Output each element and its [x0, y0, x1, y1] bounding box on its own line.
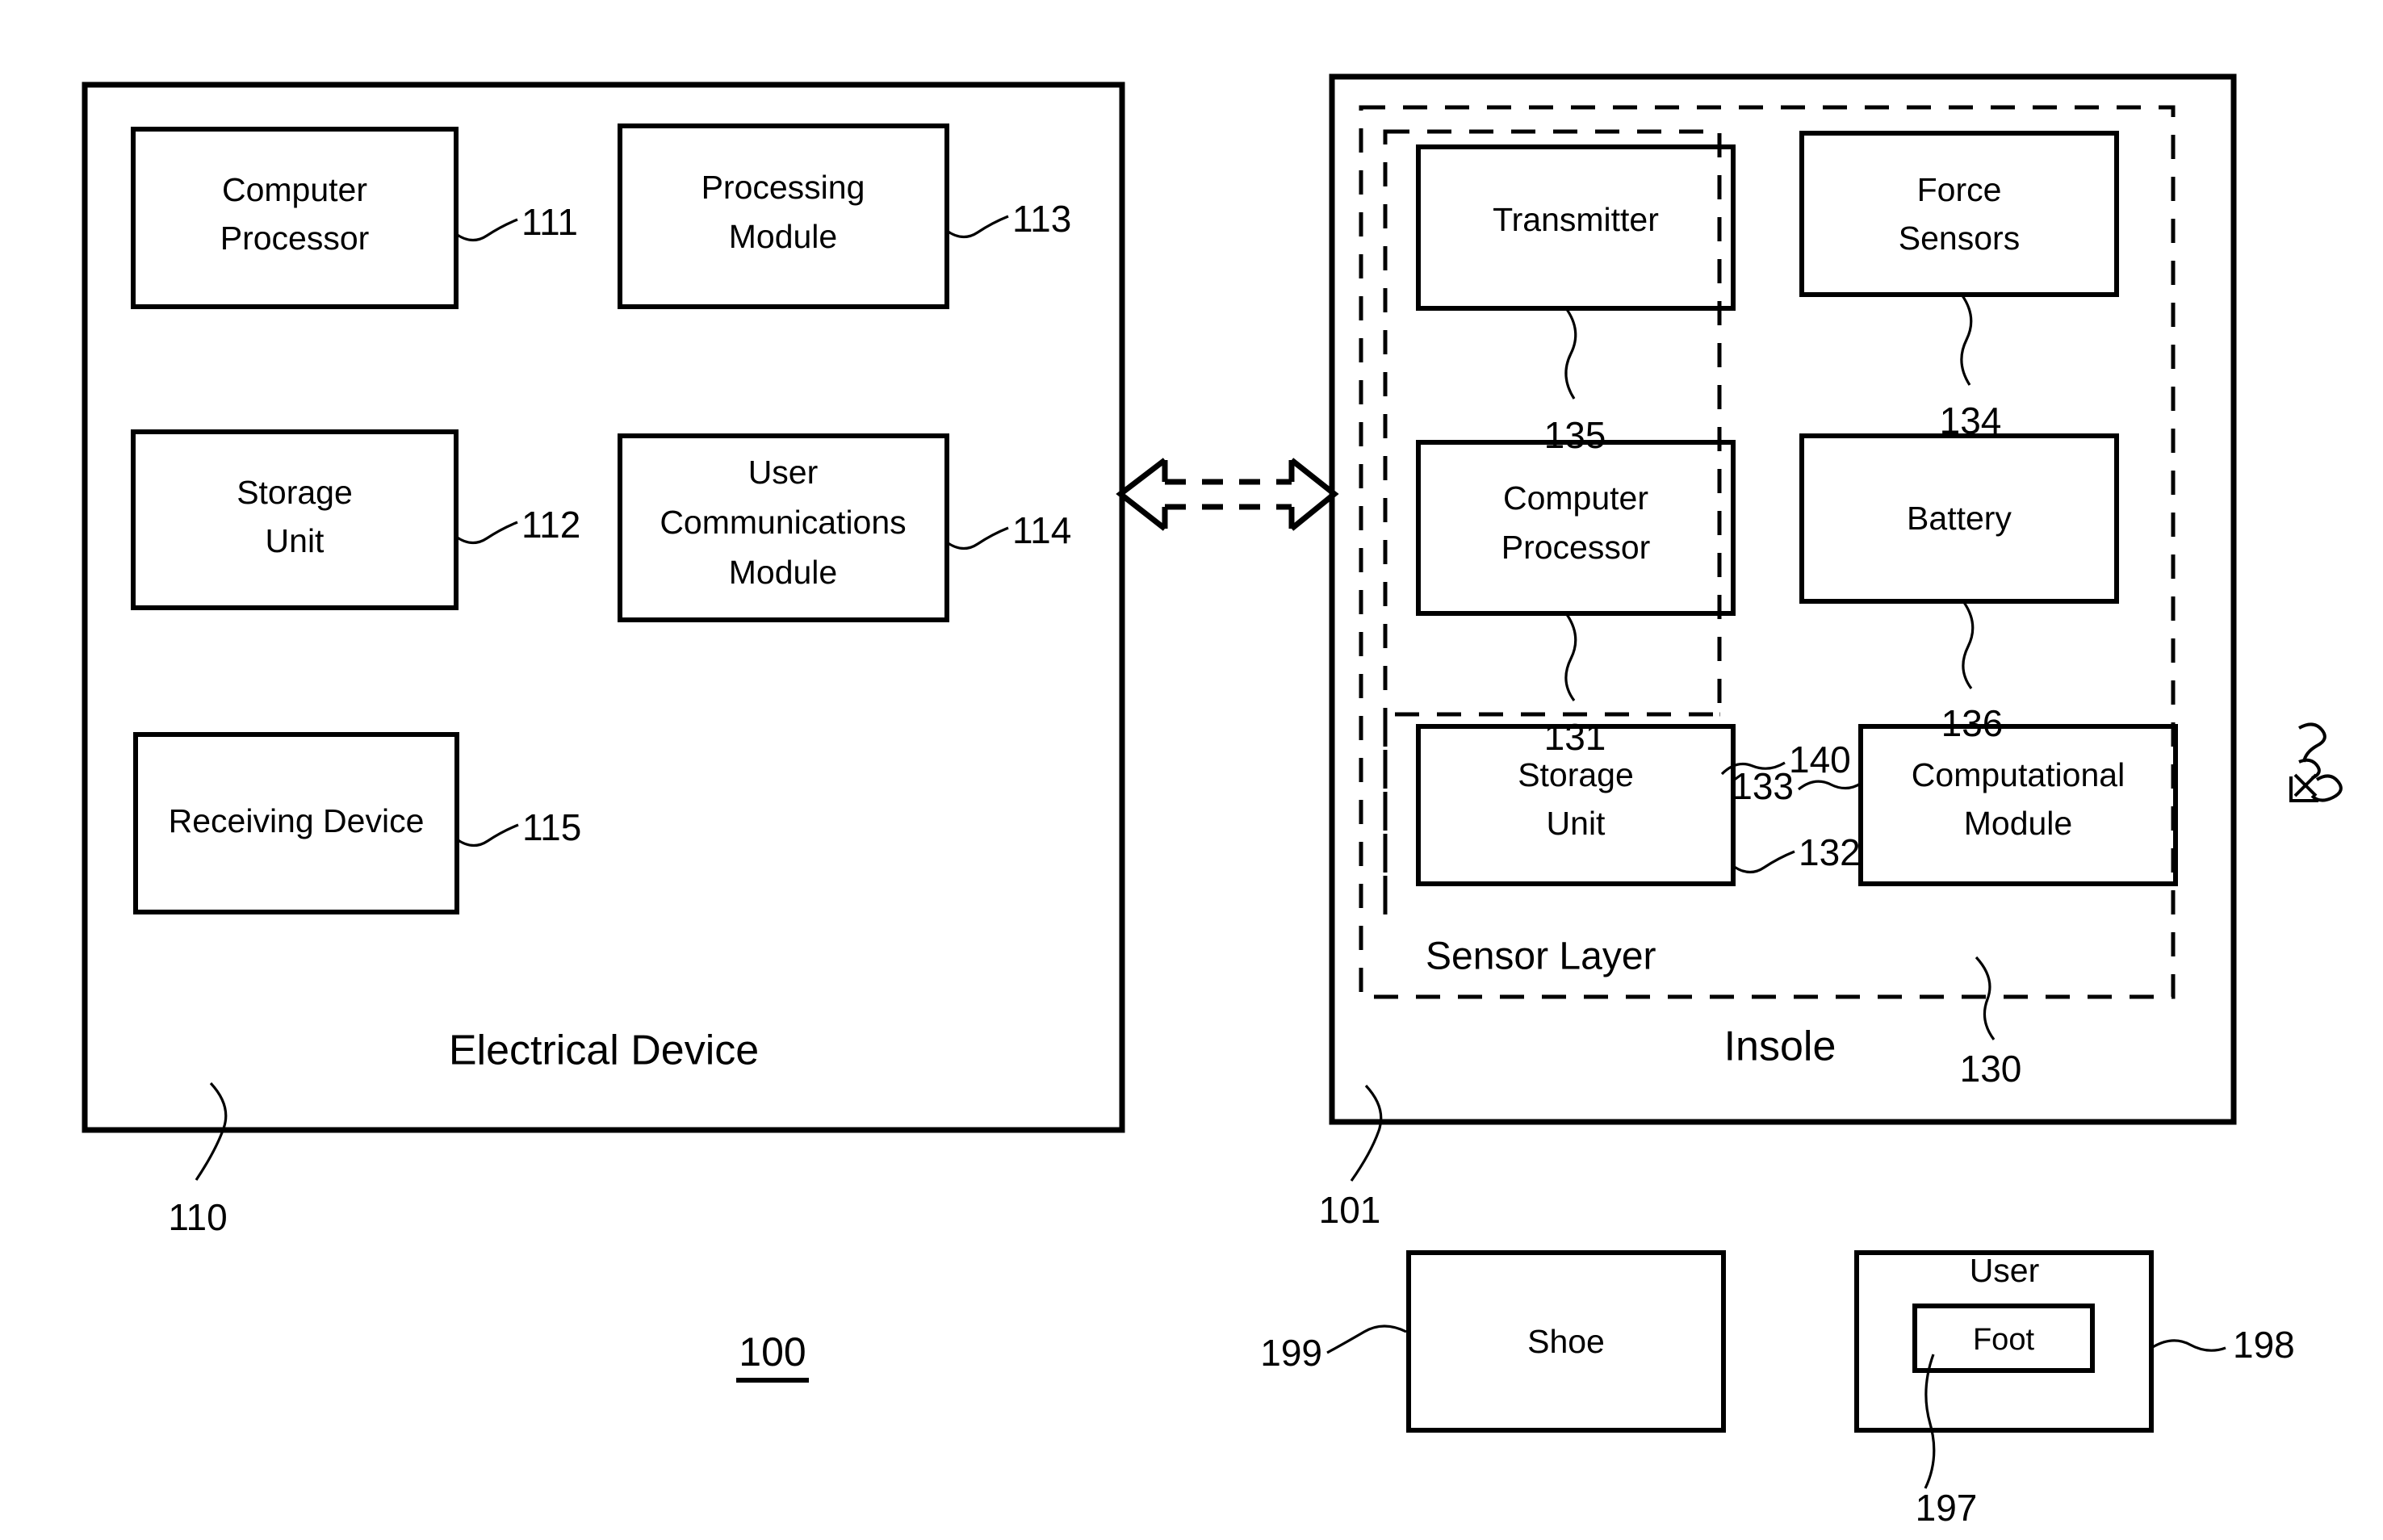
leader-line-134	[1960, 294, 1973, 386]
ref-number-135: 135	[1544, 414, 1606, 456]
leader-line-112	[455, 521, 518, 545]
leader-line-132	[1732, 850, 1795, 874]
patent-figure-canvas: Computer Processor 111 Processing Module…	[0, 0, 2383, 1540]
ref-number-114: 114	[1012, 509, 1071, 551]
ref-number-112: 112	[521, 504, 580, 546]
ref-number-131: 131	[1544, 716, 1606, 758]
ref-number-136: 136	[1941, 702, 2004, 744]
block-label-user: User	[1970, 1252, 2040, 1289]
ref-number-199: 199	[1260, 1332, 1322, 1374]
block-computer-processor-111	[131, 127, 459, 309]
electrical-device-title: Electrical Device	[449, 1027, 759, 1074]
block-label-transmitter: Transmitter	[1493, 201, 1659, 238]
ref-number-101: 101	[1319, 1189, 1381, 1231]
block-label-insole-storage-line2: Unit	[1547, 805, 1606, 842]
inner-group-dashed-box-140	[1383, 129, 1722, 916]
block-label-computer-processor-line1: Computer	[222, 171, 367, 208]
leader-line-111	[455, 218, 518, 242]
block-label-battery: Battery	[1907, 500, 2012, 537]
ref-number-111: 111	[521, 201, 578, 243]
insole-title: Insole	[1724, 1023, 1836, 1070]
block-label-user-comm-line3: Module	[729, 554, 837, 591]
leader-line-101	[1350, 1084, 1383, 1182]
ref-number-113: 113	[1012, 198, 1071, 240]
leader-line-199	[1326, 1324, 1407, 1354]
leader-line-197	[1924, 1354, 1936, 1489]
block-label-user-comm-line2: Communications	[660, 504, 906, 541]
block-label-receiving-device: Receiving Device	[169, 802, 425, 839]
block-label-processing-module-line2: Module	[729, 218, 837, 255]
block-force-sensors-134	[1799, 131, 2119, 297]
ref-number-110: 110	[168, 1196, 227, 1238]
ref-number-140: 140	[1789, 739, 1851, 780]
block-label-insole-cpu-line2: Processor	[1501, 529, 1651, 566]
block-label-storage-unit-line2: Unit	[266, 522, 325, 559]
block-label-computer-processor-line2: Processor	[220, 220, 370, 257]
leader-line-115	[456, 823, 519, 847]
block-label-computational-line2: Module	[1964, 805, 2072, 842]
leader-line-113	[946, 215, 1009, 239]
ref-number-132: 132	[1799, 831, 1861, 873]
bidirectional-link-arrow	[1116, 458, 1339, 531]
sensor-layer-dashed-box	[1359, 105, 2176, 999]
leader-line-133	[1798, 780, 1862, 791]
leader-line-114	[946, 526, 1009, 550]
sensor-layer-label: Sensor Layer	[1426, 935, 1656, 978]
ref-number-197: 197	[1916, 1487, 1978, 1529]
leader-line-136	[1962, 601, 1975, 689]
figure-number-100: 100	[739, 1329, 806, 1375]
leader-line-135	[1564, 308, 1577, 400]
ref-number-133: 133	[1732, 765, 1794, 807]
block-label-processing-module-line1: Processing	[701, 169, 865, 206]
block-label-user-comm-line1: User	[748, 454, 819, 491]
block-label-computational-line1: Computational	[1912, 756, 2125, 793]
block-label-shoe: Shoe	[1527, 1323, 1605, 1360]
block-label-insole-storage-line1: Storage	[1518, 756, 1634, 793]
block-label-force-sensors-line1: Force	[1917, 171, 2002, 208]
scan-artifact-mark	[2289, 722, 2343, 802]
block-label-force-sensors-line2: Sensors	[1899, 220, 2020, 257]
block-storage-unit-112	[131, 429, 459, 610]
ref-number-130: 130	[1960, 1048, 2022, 1090]
ref-number-115: 115	[522, 806, 581, 848]
block-label-insole-cpu-line1: Computer	[1503, 479, 1648, 517]
ref-number-198: 198	[2233, 1324, 2295, 1366]
block-label-foot: Foot	[1973, 1323, 2034, 1357]
figure-svg: Computer Processor 111 Processing Module…	[82, 73, 2343, 1529]
block-label-storage-unit-line1: Storage	[237, 474, 353, 511]
leader-line-131	[1564, 613, 1577, 701]
block-processing-module-113	[618, 123, 949, 309]
leader-line-198	[2151, 1339, 2226, 1352]
